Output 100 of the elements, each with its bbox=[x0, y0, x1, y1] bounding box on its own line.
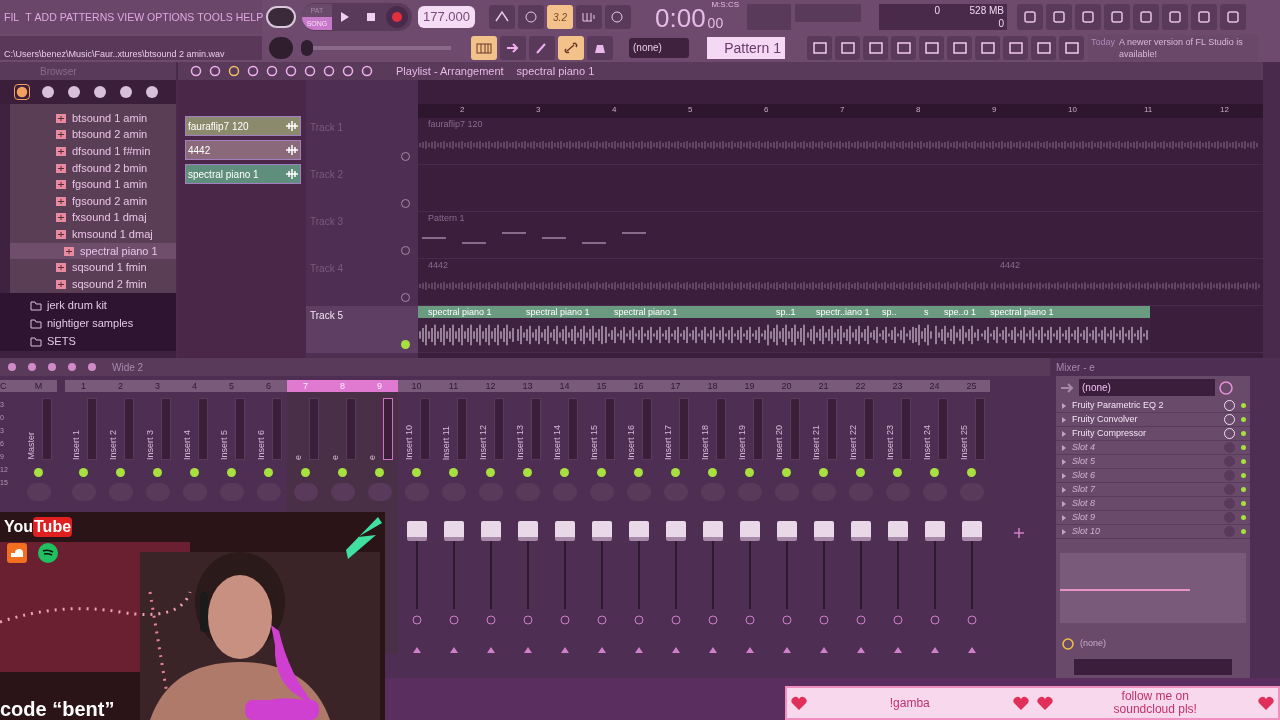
mute-led[interactable] bbox=[597, 468, 606, 477]
channel-name[interactable]: Insert 6 bbox=[255, 430, 269, 460]
browser-item[interactable]: fgsound 1 amin bbox=[10, 176, 176, 193]
menu-item[interactable]: VIEW bbox=[117, 11, 145, 23]
browser-item[interactable]: sqsound 1 fmin bbox=[10, 259, 176, 276]
mute-led[interactable] bbox=[930, 468, 939, 477]
channel-name[interactable]: e bbox=[292, 455, 306, 460]
step-button[interactable] bbox=[576, 5, 602, 29]
volume-fader[interactable] bbox=[591, 521, 612, 541]
route-arrow-icon[interactable] bbox=[745, 647, 754, 653]
browser-item[interactable]: fxsound 1 dmaj bbox=[10, 209, 176, 227]
mute-led[interactable] bbox=[227, 468, 236, 477]
route-arrow-icon[interactable] bbox=[412, 647, 421, 653]
menu-item[interactable]: PATTERNS bbox=[59, 11, 115, 23]
browser-item[interactable]: fgsound 2 amin bbox=[10, 192, 176, 210]
route-arrow-icon[interactable] bbox=[560, 647, 569, 653]
mute-led[interactable] bbox=[153, 468, 162, 477]
volume-fader[interactable] bbox=[924, 521, 945, 541]
mute-led[interactable] bbox=[819, 468, 828, 477]
browser-item[interactable]: dfsound 1 f#min bbox=[10, 143, 176, 160]
pattern-selector[interactable]: Pattern 1 bbox=[707, 37, 785, 59]
effect-slot[interactable]: Slot 6 bbox=[1056, 469, 1250, 483]
volume-fader[interactable] bbox=[628, 521, 649, 541]
clip-source[interactable]: spectral piano 1 bbox=[185, 164, 301, 184]
download-button[interactable] bbox=[1220, 4, 1246, 30]
route-arrow-icon[interactable] bbox=[486, 647, 495, 653]
volume-fader[interactable] bbox=[850, 521, 871, 541]
text-field[interactable] bbox=[1074, 658, 1232, 675]
volume-fader[interactable] bbox=[887, 521, 908, 541]
mute-led[interactable] bbox=[745, 468, 754, 477]
clip-source[interactable]: fauraflip7 120 bbox=[185, 116, 301, 136]
tempo-tap-button[interactable] bbox=[1003, 36, 1028, 60]
volume-fader[interactable] bbox=[813, 521, 834, 541]
channel-name[interactable]: Insert 5 bbox=[218, 430, 232, 460]
output-dropdown[interactable]: (none) bbox=[1080, 637, 1106, 651]
wait-button[interactable] bbox=[518, 5, 544, 29]
browser-item[interactable]: btsound 1 amin bbox=[10, 110, 176, 127]
mute-led[interactable] bbox=[79, 468, 88, 477]
volume-fader[interactable] bbox=[665, 521, 686, 541]
hand-button[interactable] bbox=[1031, 36, 1056, 60]
channel-number[interactable]: 25 bbox=[953, 380, 990, 392]
mute-led[interactable] bbox=[893, 468, 902, 477]
volume-fader[interactable] bbox=[480, 521, 501, 541]
channel-number[interactable]: 3 bbox=[139, 380, 176, 392]
menu-item[interactable]: ADD bbox=[34, 11, 57, 23]
channel-name[interactable]: Insert 16 bbox=[625, 424, 639, 460]
route-arrow-icon[interactable] bbox=[930, 647, 939, 653]
channel-dropdown[interactable]: (none) bbox=[629, 38, 689, 58]
mute-led[interactable] bbox=[967, 468, 976, 477]
news-panel[interactable]: Today A newer version of FL Studio is available! bbox=[1088, 34, 1258, 62]
audio-clip[interactable]: fauraflip7 120 bbox=[418, 118, 1260, 164]
mute-led[interactable] bbox=[34, 468, 43, 477]
slider-thumb[interactable] bbox=[301, 40, 313, 56]
channel-number[interactable]: 14 bbox=[546, 380, 583, 392]
menu-item[interactable]: T bbox=[25, 11, 32, 23]
mute-led[interactable] bbox=[190, 468, 199, 477]
channel-number[interactable]: 18 bbox=[694, 380, 731, 392]
browser-item[interactable]: spectral piano 1 bbox=[10, 242, 176, 260]
audio-clip[interactable]: s bbox=[914, 306, 934, 352]
channel-number[interactable]: 16 bbox=[620, 380, 657, 392]
channel-name[interactable]: Master bbox=[25, 432, 39, 460]
metronome-button[interactable] bbox=[489, 5, 515, 29]
mute-led[interactable] bbox=[301, 468, 310, 477]
channel-number[interactable]: 22 bbox=[842, 380, 879, 392]
effect-slot[interactable]: Fruity Parametric EQ 2 bbox=[1056, 399, 1250, 413]
channel-number[interactable]: 13 bbox=[509, 380, 546, 392]
effect-slot[interactable]: Slot 10 bbox=[1056, 525, 1250, 539]
volume-fader[interactable] bbox=[443, 521, 464, 541]
mute-led[interactable] bbox=[671, 468, 680, 477]
channel-name[interactable]: Insert 21 bbox=[810, 424, 824, 460]
channel-name[interactable]: Insert 3 bbox=[144, 430, 158, 460]
channel-name[interactable]: Insert 14 bbox=[551, 424, 565, 460]
mute-led[interactable] bbox=[523, 468, 532, 477]
effect-slot[interactable]: Fruity Compressor bbox=[1056, 427, 1250, 441]
channel-number[interactable]: 19 bbox=[731, 380, 768, 392]
route-arrow-icon[interactable] bbox=[782, 647, 791, 653]
channel-name[interactable]: e bbox=[366, 455, 380, 460]
mute-led[interactable] bbox=[782, 468, 791, 477]
effect-slot[interactable]: Slot 7 bbox=[1056, 483, 1250, 497]
browser-button[interactable] bbox=[919, 36, 944, 60]
clip-source[interactable]: 4442 bbox=[185, 140, 301, 160]
input-icon[interactable] bbox=[1059, 380, 1075, 395]
effect-slot[interactable]: Fruity Convolver bbox=[1056, 413, 1250, 427]
mute-led[interactable] bbox=[412, 468, 421, 477]
pattern-clip[interactable]: Pattern 1 bbox=[418, 212, 686, 258]
menu-item[interactable]: TOOLS bbox=[197, 11, 233, 23]
channel-number[interactable]: 7 bbox=[287, 380, 324, 392]
audio-clip[interactable]: spectral piano 1 bbox=[980, 306, 1150, 352]
route-arrow-icon[interactable] bbox=[708, 647, 717, 653]
scrub-button[interactable] bbox=[529, 36, 555, 60]
channel-name[interactable]: Insert 22 bbox=[847, 424, 861, 460]
channel-number[interactable]: 24 bbox=[916, 380, 953, 392]
channel-name[interactable]: e bbox=[329, 455, 343, 460]
browser-item[interactable]: dfsound 2 bmin bbox=[10, 159, 176, 177]
volume-fader[interactable] bbox=[702, 521, 723, 541]
effect-slot[interactable]: Slot 8 bbox=[1056, 497, 1250, 511]
mute-led[interactable] bbox=[634, 468, 643, 477]
channel-name[interactable]: Insert 17 bbox=[662, 424, 676, 460]
audio-clip[interactable]: sp..1 bbox=[766, 306, 806, 352]
mute-led[interactable] bbox=[449, 468, 458, 477]
